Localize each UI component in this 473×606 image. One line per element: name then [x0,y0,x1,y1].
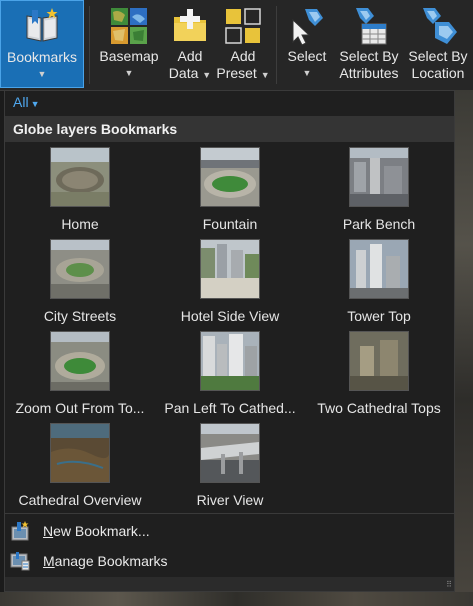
ribbon-separator [276,6,277,84]
resize-grip-icon[interactable]: ⠿ [446,580,452,589]
bookmark-label: Fountain [202,216,258,232]
bookmark-thumbnail [349,147,409,207]
bookmark-thumbnail [50,423,110,483]
select-by-attributes-icon [348,4,390,48]
bookmark-tile-river-view[interactable]: River View [155,423,305,515]
menu-divider [5,513,454,514]
bookmark-tile-zoom-out[interactable]: Zoom Out From To... [5,331,155,423]
bookmark-label: Pan Left To Cathed... [164,400,296,416]
bookmark-thumbnail [349,239,409,299]
manage-bookmarks-label: anage Bookmarks [54,553,168,569]
manage-bookmarks-icon [10,551,30,571]
add-data-button[interactable]: Add Data ▼ [164,0,216,88]
map-view-background-bottom[interactable] [0,592,473,606]
bookmarks-dropdown-panel: All ▼ Globe layers Bookmarks Home Founta… [4,90,455,592]
new-bookmark-menu-item[interactable]: New Bookmark... [5,516,454,546]
chevron-down-icon: ▼ [202,70,212,80]
select-label: Select [287,48,327,64]
bookmarks-button[interactable]: Bookmarks ▼ [0,0,84,88]
bookmark-label: Tower Top [347,308,411,324]
add-data-icon [171,4,209,48]
basemap-button[interactable]: Basemap ▼ [97,0,161,88]
ribbon: Bookmarks ▼ Basemap ▼ Add Data ▼ Add Pre… [0,0,473,91]
bookmark-filter-dropdown[interactable]: All ▼ [13,94,39,110]
select-by-location-icon [417,4,459,48]
map-view-background[interactable] [455,90,473,606]
bookmark-label: City Streets [43,308,117,324]
basemap-label: Basemap [99,48,159,64]
chevron-down-icon: ▼ [37,69,47,79]
add-preset-button[interactable]: Add Preset ▼ [216,0,270,88]
filter-label: All [13,94,29,110]
bookmark-label: Two Cathedral Tops [317,400,441,416]
bookmark-label: River View [196,492,264,508]
add-data-label-line2: Data [168,65,199,81]
manage-bookmarks-mnemonic: M [43,553,55,569]
new-bookmark-icon [10,521,30,541]
ribbon-separator [89,6,90,84]
bookmark-thumbnail [200,239,260,299]
add-data-label-line1: Add [177,48,203,64]
bookmarks-book-icon [22,5,62,49]
chevron-down-icon: ▼ [260,70,270,80]
bookmark-tile-city-streets[interactable]: City Streets [5,239,155,331]
bookmark-thumbnail [50,147,110,207]
bookmark-thumbnail [349,331,409,391]
manage-bookmarks-menu-item[interactable]: Manage Bookmarks [5,546,454,576]
select-arrow-icon [287,4,327,48]
chevron-down-icon: ▼ [302,68,312,78]
bookmark-label: Hotel Side View [180,308,280,324]
basemap-icon [110,4,148,48]
bookmark-label: Park Bench [342,216,416,232]
chevron-down-icon: ▼ [30,99,40,109]
bookmark-tile-tower-top[interactable]: Tower Top [304,239,454,331]
bookmark-tile-two-cathedral-tops[interactable]: Two Cathedral Tops [304,331,454,423]
new-bookmark-label: ew Bookmark... [53,523,150,539]
select-by-attributes-label-line2: Attributes [339,65,399,81]
select-by-location-label-line1: Select By [408,48,468,64]
chevron-down-icon: ▼ [124,68,134,78]
gallery-title: Globe layers Bookmarks [5,116,454,142]
bookmark-tile-fountain[interactable]: Fountain [155,147,305,239]
bookmark-thumbnail [200,331,260,391]
select-by-location-button[interactable]: Select By Location [405,0,471,88]
bookmark-tile-park-bench[interactable]: Park Bench [304,147,454,239]
select-by-attributes-button[interactable]: Select By Attributes [334,0,404,88]
new-bookmark-mnemonic: N [43,523,54,539]
bookmark-label: Home [61,216,99,232]
add-preset-label-line2: Preset [216,65,257,81]
bookmark-thumbnail [50,239,110,299]
bookmark-thumbnail [50,331,110,391]
panel-resize-bar: ⠿ [5,577,454,591]
bookmark-thumbnail [200,423,260,483]
add-preset-icon [224,4,262,48]
select-by-attributes-label-line1: Select By [339,48,399,64]
bookmark-tile-home[interactable]: Home [5,147,155,239]
select-button[interactable]: Select ▼ [282,0,332,88]
bookmark-label: Zoom Out From To... [15,400,145,416]
bookmarks-label: Bookmarks [6,49,78,65]
bookmark-label: Cathedral Overview [18,492,142,508]
bookmark-tile-hotel-side-view[interactable]: Hotel Side View [155,239,305,331]
add-preset-label-line1: Add [230,48,256,64]
bookmark-tile-pan-left[interactable]: Pan Left To Cathed... [155,331,305,423]
bookmark-tile-cathedral-overview[interactable]: Cathedral Overview [5,423,155,515]
bookmark-thumbnail [200,147,260,207]
select-by-location-label-line2: Location [411,65,465,81]
